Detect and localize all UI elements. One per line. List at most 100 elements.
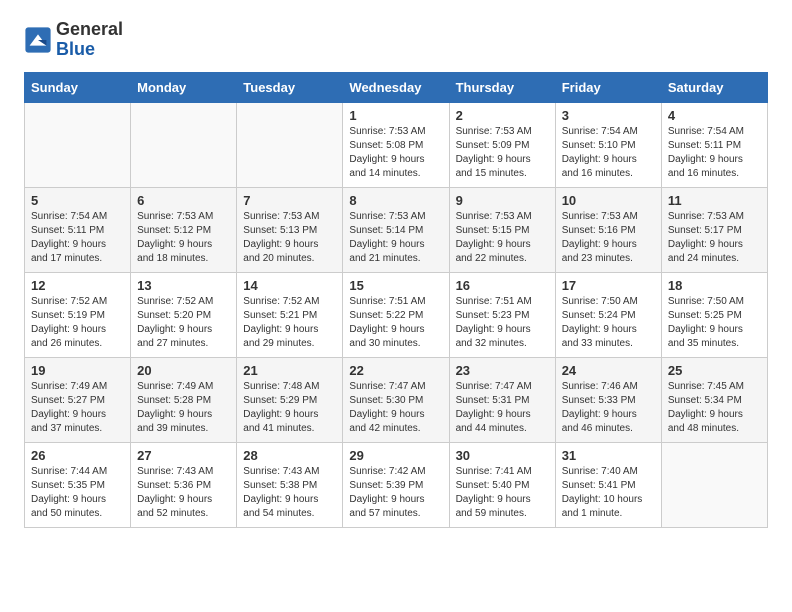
day-number: 10 [562,193,655,208]
day-number: 3 [562,108,655,123]
day-number: 7 [243,193,336,208]
calendar-cell: 20 Sunrise: 7:49 AM Sunset: 5:28 PM Dayli… [131,357,237,442]
cell-content: Sunrise: 7:53 AM Sunset: 5:17 PM Dayligh… [668,210,761,266]
weekday-header-row: SundayMondayTuesdayWednesdayThursdayFrid… [25,72,768,102]
cell-content: Sunrise: 7:53 AM Sunset: 5:13 PM Dayligh… [243,210,336,266]
calendar-cell: 14 Sunrise: 7:52 AM Sunset: 5:21 PM Dayli… [237,272,343,357]
cell-content: Sunrise: 7:49 AM Sunset: 5:27 PM Dayligh… [31,380,124,436]
cell-content: Sunrise: 7:53 AM Sunset: 5:12 PM Dayligh… [137,210,230,266]
weekday-header-monday: Monday [131,72,237,102]
cell-content: Sunrise: 7:54 AM Sunset: 5:11 PM Dayligh… [668,125,761,181]
calendar-cell: 7 Sunrise: 7:53 AM Sunset: 5:13 PM Daylig… [237,187,343,272]
calendar-cell: 16 Sunrise: 7:51 AM Sunset: 5:23 PM Dayli… [449,272,555,357]
calendar-cell: 24Sunrise: 7:46 AM Sunset: 5:33 PM Dayli… [555,357,661,442]
day-number: 14 [243,278,336,293]
day-number: 25 [668,363,761,378]
calendar-cell: 29 Sunrise: 7:42 AM Sunset: 5:39 PM Dayli… [343,442,449,527]
cell-content: Sunrise: 7:41 AM Sunset: 5:40 PM Dayligh… [456,465,549,521]
cell-content: Sunrise: 7:51 AM Sunset: 5:23 PM Dayligh… [456,295,549,351]
cell-content: Sunrise: 7:45 AM Sunset: 5:34 PM Dayligh… [668,380,761,436]
cell-content: Sunrise: 7:42 AM Sunset: 5:39 PM Dayligh… [349,465,442,521]
day-number: 16 [456,278,549,293]
header: General Blue [24,20,768,60]
logo-blue: Blue [56,40,123,60]
cell-content: Sunrise: 7:43 AM Sunset: 5:36 PM Dayligh… [137,465,230,521]
week-row-1: 1Sunrise: 7:53 AM Sunset: 5:08 PM Daylig… [25,102,768,187]
week-row-2: 5 Sunrise: 7:54 AM Sunset: 5:11 PM Daylig… [25,187,768,272]
calendar-cell: 31 Sunrise: 7:40 AM Sunset: 5:41 PM Dayli… [555,442,661,527]
calendar-cell: 12Sunrise: 7:52 AM Sunset: 5:19 PM Dayli… [25,272,131,357]
cell-content: Sunrise: 7:47 AM Sunset: 5:30 PM Dayligh… [349,380,442,436]
day-number: 26 [31,448,124,463]
week-row-4: 19 Sunrise: 7:49 AM Sunset: 5:27 PM Dayli… [25,357,768,442]
calendar-cell: 27 Sunrise: 7:43 AM Sunset: 5:36 PM Dayli… [131,442,237,527]
cell-content: Sunrise: 7:40 AM Sunset: 5:41 PM Dayligh… [562,465,655,521]
day-number: 20 [137,363,230,378]
cell-content: Sunrise: 7:54 AM Sunset: 5:11 PM Dayligh… [31,210,124,266]
cell-content: Sunrise: 7:51 AM Sunset: 5:22 PM Dayligh… [349,295,442,351]
calendar-table: SundayMondayTuesdayWednesdayThursdayFrid… [24,72,768,528]
day-number: 31 [562,448,655,463]
calendar-cell: 4 Sunrise: 7:54 AM Sunset: 5:11 PM Daylig… [661,102,767,187]
calendar-cell: 1Sunrise: 7:53 AM Sunset: 5:08 PM Daylig… [343,102,449,187]
logo-icon [24,26,52,54]
day-number: 9 [456,193,549,208]
weekday-header-sunday: Sunday [25,72,131,102]
calendar-cell [25,102,131,187]
weekday-header-thursday: Thursday [449,72,555,102]
day-number: 17 [562,278,655,293]
day-number: 6 [137,193,230,208]
calendar-cell: 19 Sunrise: 7:49 AM Sunset: 5:27 PM Dayli… [25,357,131,442]
cell-content: Sunrise: 7:50 AM Sunset: 5:25 PM Dayligh… [668,295,761,351]
calendar-cell: 9Sunrise: 7:53 AM Sunset: 5:15 PM Daylig… [449,187,555,272]
calendar-cell: 26 Sunrise: 7:44 AM Sunset: 5:35 PM Dayli… [25,442,131,527]
calendar-cell [131,102,237,187]
cell-content: Sunrise: 7:48 AM Sunset: 5:29 PM Dayligh… [243,380,336,436]
calendar-cell: 22 Sunrise: 7:47 AM Sunset: 5:30 PM Dayli… [343,357,449,442]
cell-content: Sunrise: 7:47 AM Sunset: 5:31 PM Dayligh… [456,380,549,436]
calendar-cell: 13Sunrise: 7:52 AM Sunset: 5:20 PM Dayli… [131,272,237,357]
calendar-cell: 11 Sunrise: 7:53 AM Sunset: 5:17 PM Dayli… [661,187,767,272]
weekday-header-tuesday: Tuesday [237,72,343,102]
day-number: 8 [349,193,442,208]
logo-text: General Blue [56,20,123,60]
calendar-cell: 23Sunrise: 7:47 AM Sunset: 5:31 PM Dayli… [449,357,555,442]
cell-content: Sunrise: 7:52 AM Sunset: 5:19 PM Dayligh… [31,295,124,351]
calendar-cell [237,102,343,187]
calendar-cell: 25 Sunrise: 7:45 AM Sunset: 5:34 PM Dayli… [661,357,767,442]
calendar-cell: 17 Sunrise: 7:50 AM Sunset: 5:24 PM Dayli… [555,272,661,357]
calendar-cell: 30 Sunrise: 7:41 AM Sunset: 5:40 PM Dayli… [449,442,555,527]
day-number: 27 [137,448,230,463]
day-number: 1 [349,108,442,123]
calendar-cell: 18Sunrise: 7:50 AM Sunset: 5:25 PM Dayli… [661,272,767,357]
logo-general: General [56,20,123,40]
day-number: 29 [349,448,442,463]
day-number: 30 [456,448,549,463]
day-number: 19 [31,363,124,378]
day-number: 2 [456,108,549,123]
day-number: 15 [349,278,442,293]
cell-content: Sunrise: 7:49 AM Sunset: 5:28 PM Dayligh… [137,380,230,436]
cell-content: Sunrise: 7:53 AM Sunset: 5:09 PM Dayligh… [456,125,549,181]
day-number: 11 [668,193,761,208]
cell-content: Sunrise: 7:46 AM Sunset: 5:33 PM Dayligh… [562,380,655,436]
calendar-cell: 10 Sunrise: 7:53 AM Sunset: 5:16 PM Dayli… [555,187,661,272]
cell-content: Sunrise: 7:52 AM Sunset: 5:21 PM Dayligh… [243,295,336,351]
day-number: 28 [243,448,336,463]
calendar-cell [661,442,767,527]
day-number: 5 [31,193,124,208]
logo: General Blue [24,20,123,60]
calendar-cell: 15 Sunrise: 7:51 AM Sunset: 5:22 PM Dayli… [343,272,449,357]
cell-content: Sunrise: 7:50 AM Sunset: 5:24 PM Dayligh… [562,295,655,351]
day-number: 21 [243,363,336,378]
cell-content: Sunrise: 7:53 AM Sunset: 5:14 PM Dayligh… [349,210,442,266]
cell-content: Sunrise: 7:53 AM Sunset: 5:16 PM Dayligh… [562,210,655,266]
day-number: 22 [349,363,442,378]
week-row-5: 26 Sunrise: 7:44 AM Sunset: 5:35 PM Dayli… [25,442,768,527]
day-number: 13 [137,278,230,293]
day-number: 4 [668,108,761,123]
weekday-header-friday: Friday [555,72,661,102]
weekday-header-saturday: Saturday [661,72,767,102]
cell-content: Sunrise: 7:44 AM Sunset: 5:35 PM Dayligh… [31,465,124,521]
calendar-cell: 28Sunrise: 7:43 AM Sunset: 5:38 PM Dayli… [237,442,343,527]
